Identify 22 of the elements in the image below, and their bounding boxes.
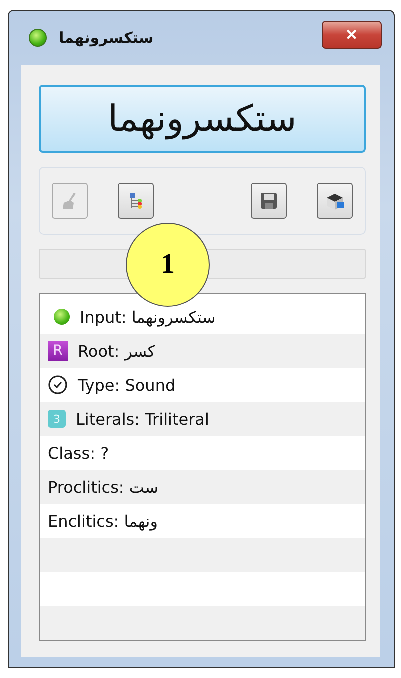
check-circle-icon [48, 375, 68, 395]
word-button[interactable]: ستكسرونهما [39, 85, 366, 153]
save-button[interactable] [251, 183, 287, 219]
box-icon [324, 191, 346, 211]
status-light-icon [54, 309, 70, 325]
box-button[interactable] [317, 183, 353, 219]
window-title: ستكسرونهما [59, 29, 155, 47]
result-row[interactable]: Proclitics: ست [40, 470, 365, 504]
save-icon [259, 191, 279, 211]
result-text: Class: ? [48, 444, 110, 462]
result-text: Type: Sound [78, 376, 176, 394]
result-text: Literals: Triliteral [76, 410, 210, 428]
close-button[interactable]: ✕ [322, 21, 382, 49]
number-tag-icon: 3 [48, 410, 66, 428]
result-text: Proclitics: ست [48, 478, 159, 496]
result-row[interactable]: 3 Literals: Triliteral [40, 402, 365, 436]
result-text: Root: كسر [78, 342, 156, 360]
result-text: Enclitics: ونهما [48, 512, 158, 530]
tree-button[interactable] [118, 183, 154, 219]
status-light-icon [29, 29, 47, 47]
letter-badge-icon: R [48, 341, 68, 361]
result-text: Input: ستكسرونهما [80, 308, 216, 326]
